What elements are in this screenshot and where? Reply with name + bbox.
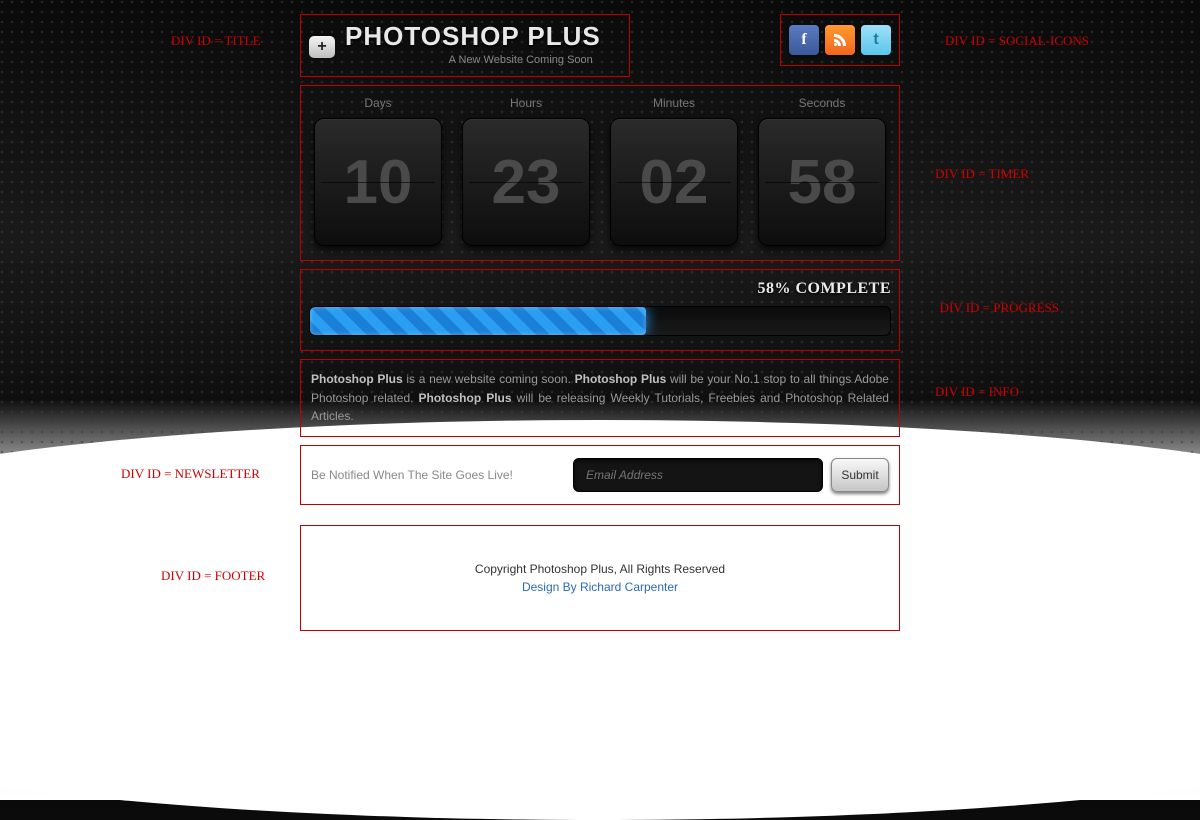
progress-fill — [310, 307, 646, 335]
title-section: DIV ID = TITLE + PHOTOSHOP PLUS A New We… — [300, 14, 630, 77]
timer-section: DIV ID = TIMER Days 10 Hours 23 Minutes … — [300, 85, 900, 261]
timer-seconds: Seconds 58 — [753, 96, 891, 246]
annotation-newsletter: DIV ID = NEWSLETTER — [121, 466, 260, 482]
submit-button[interactable]: Submit — [831, 458, 889, 492]
site-title: PHOTOSHOP PLUS — [345, 21, 601, 52]
newsletter-label: Be Notified When The Site Goes Live! — [311, 468, 573, 482]
rss-icon[interactable] — [825, 25, 855, 55]
site-title-wrap: PHOTOSHOP PLUS A New Website Coming Soon — [345, 21, 601, 72]
days-label: Days — [309, 96, 447, 110]
facebook-icon[interactable]: f — [789, 25, 819, 55]
email-field[interactable] — [573, 458, 823, 492]
progress-section: DIV ID = PROGRESS 58% COMPLETE — [300, 269, 900, 351]
minutes-label: Minutes — [605, 96, 743, 110]
progress-track — [309, 306, 891, 336]
days-value: 10 — [314, 118, 442, 246]
seconds-label: Seconds — [753, 96, 891, 110]
info-section: DIV ID = INFO Photoshop Plus is a new we… — [300, 359, 900, 437]
design-by-link[interactable]: Design By Richard Carpenter — [311, 580, 889, 594]
hours-label: Hours — [457, 96, 595, 110]
copyright-text: Copyright Photoshop Plus, All Rights Res… — [311, 562, 889, 576]
plus-badge-icon: + — [309, 36, 335, 58]
timer-days: Days 10 — [309, 96, 447, 246]
annotation-info: DIV ID = INFO — [935, 382, 1019, 402]
annotation-timer: DIV ID = TIMER — [935, 166, 1029, 182]
timer-minutes: Minutes 02 — [605, 96, 743, 246]
annotation-progress: DIV ID = PROGRESS — [940, 300, 1059, 316]
tagline: A New Website Coming Soon — [449, 54, 593, 66]
hours-value: 23 — [462, 118, 590, 246]
footer-section: DIV ID = FOOTER Copyright Photoshop Plus… — [300, 525, 900, 631]
seconds-value: 58 — [758, 118, 886, 246]
social-icons-section: DIV ID = SOCIAL-ICONS f t — [780, 14, 900, 66]
annotation-social: DIV ID = SOCIAL-ICONS — [945, 33, 1089, 49]
twitter-icon[interactable]: t — [861, 25, 891, 55]
annotation-title: DIV ID = TITLE — [171, 33, 261, 49]
minutes-value: 02 — [610, 118, 738, 246]
main-container: DIV ID = TITLE + PHOTOSHOP PLUS A New We… — [300, 0, 900, 631]
annotation-footer: DIV ID = FOOTER — [161, 568, 265, 584]
newsletter-section: DIV ID = NEWSLETTER Be Notified When The… — [300, 445, 900, 505]
progress-label: 58% COMPLETE — [309, 280, 891, 298]
timer-hours: Hours 23 — [457, 96, 595, 246]
info-text: Photoshop Plus is a new website coming s… — [311, 372, 889, 423]
